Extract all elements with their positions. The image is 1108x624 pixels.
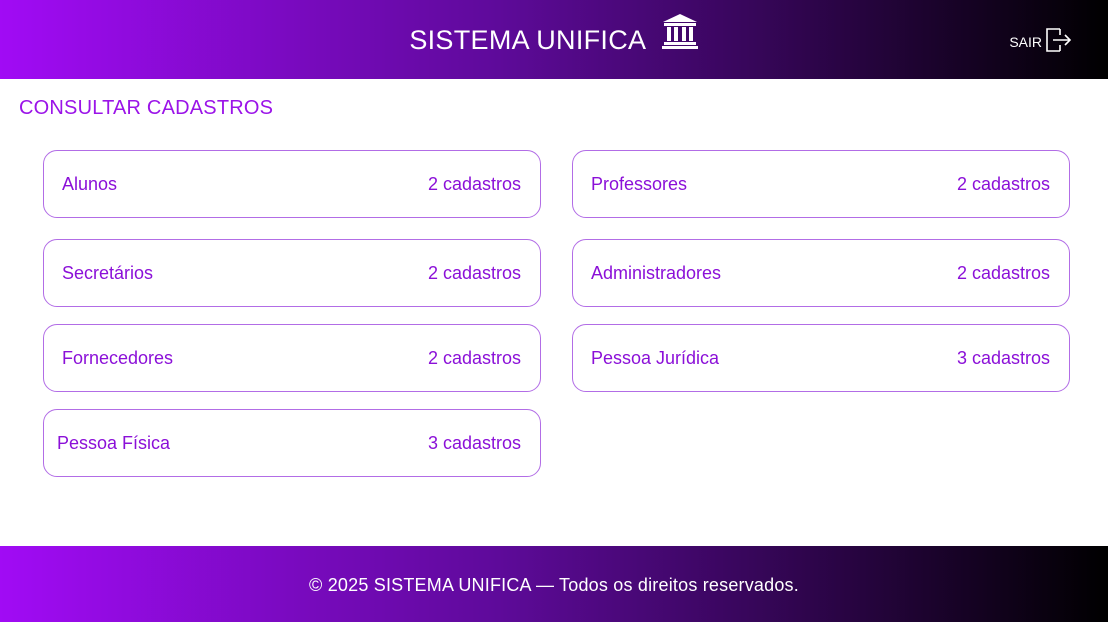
- logout-button[interactable]: SAIR: [1009, 26, 1072, 57]
- card-label: Professores: [591, 173, 688, 194]
- bank-building-icon: [661, 13, 699, 62]
- card-count: 2 cadastros: [956, 173, 1050, 194]
- card-label: Fornecedores: [62, 347, 174, 368]
- app-brand: SISTEMA UNIFICA: [0, 14, 1108, 62]
- card-count: 2 cadastros: [956, 262, 1050, 283]
- card-alunos[interactable]: Alunos 2 cadastros: [43, 150, 541, 218]
- card-secretarios[interactable]: Secretários 2 cadastros: [43, 239, 541, 307]
- card-label: Secretários: [62, 262, 154, 283]
- top-header: SISTEMA UNIFICA SAIR: [0, 0, 1108, 79]
- card-count: 3 cadastros: [956, 347, 1050, 368]
- card-label: Pessoa Física: [57, 432, 171, 453]
- logout-icon: [1044, 26, 1072, 57]
- card-count: 2 cadastros: [427, 173, 521, 194]
- section-title: CONSULTAR CADASTROS: [19, 97, 274, 119]
- card-professores[interactable]: Professores 2 cadastros: [572, 150, 1070, 218]
- footer-copyright: © 2025 SISTEMA UNIFICA — Todos os direit…: [309, 575, 799, 595]
- card-administradores[interactable]: Administradores 2 cadastros: [572, 239, 1070, 307]
- card-pessoa-fisica[interactable]: Pessoa Física 3 cadastros: [43, 409, 541, 477]
- card-label: Alunos: [62, 173, 118, 194]
- page-footer: © 2025 SISTEMA UNIFICA — Todos os direit…: [0, 546, 1108, 622]
- card-count: 3 cadastros: [427, 432, 521, 453]
- card-pessoa-juridica[interactable]: Pessoa Jurídica 3 cadastros: [572, 324, 1070, 392]
- app-title: SISTEMA UNIFICA: [409, 25, 645, 55]
- card-label: Pessoa Jurídica: [591, 347, 720, 368]
- card-fornecedores[interactable]: Fornecedores 2 cadastros: [43, 324, 541, 392]
- card-label: Administradores: [591, 262, 722, 283]
- logout-label: SAIR: [1009, 33, 1042, 50]
- card-count: 2 cadastros: [427, 347, 521, 368]
- card-count: 2 cadastros: [427, 262, 521, 283]
